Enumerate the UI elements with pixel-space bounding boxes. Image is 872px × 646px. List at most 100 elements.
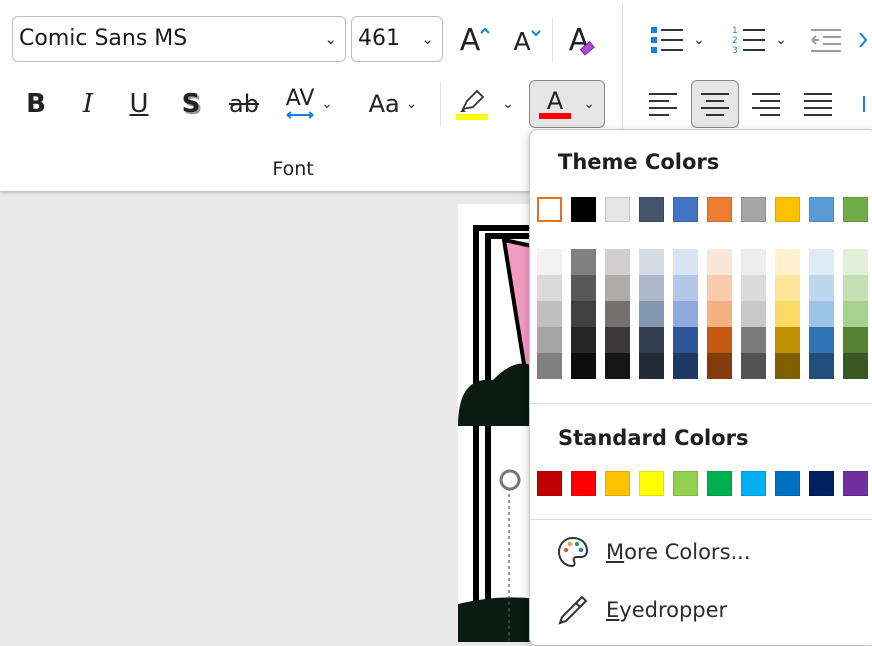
theme-shade-swatch[interactable] <box>707 249 732 275</box>
theme-color-swatch[interactable] <box>775 197 800 222</box>
theme-shade-swatch[interactable] <box>707 275 732 301</box>
theme-color-swatch[interactable] <box>639 197 664 222</box>
standard-color-swatch[interactable] <box>707 471 732 496</box>
theme-shade-swatch[interactable] <box>741 275 766 301</box>
standard-color-swatch[interactable] <box>537 471 562 496</box>
theme-shade-swatch[interactable] <box>639 249 664 275</box>
justify-button[interactable] <box>795 82 841 126</box>
highlight-color-button[interactable]: ⌄ <box>450 82 520 126</box>
numbering-button[interactable]: 123 ⌄ <box>722 20 794 60</box>
theme-shade-swatch[interactable] <box>843 353 868 379</box>
align-right-icon <box>752 93 780 116</box>
standard-color-swatch[interactable] <box>775 471 800 496</box>
more-colors-item[interactable]: More Colors... <box>556 532 751 572</box>
standard-color-swatch[interactable] <box>843 471 868 496</box>
italic-button[interactable]: I <box>70 82 106 126</box>
theme-color-swatch[interactable] <box>537 197 562 222</box>
theme-shade-swatch[interactable] <box>775 327 800 353</box>
page-artwork <box>458 225 538 642</box>
shadow-button[interactable]: S <box>173 82 209 126</box>
theme-shade-swatch[interactable] <box>605 301 630 327</box>
theme-color-swatch[interactable] <box>707 197 732 222</box>
theme-color-swatch[interactable] <box>605 197 630 222</box>
theme-shade-swatch[interactable] <box>809 301 834 327</box>
theme-shade-swatch[interactable] <box>571 275 596 301</box>
theme-shade-swatch[interactable] <box>775 275 800 301</box>
theme-color-swatch[interactable] <box>809 197 834 222</box>
theme-shade-swatch[interactable] <box>605 249 630 275</box>
theme-shade-swatch[interactable] <box>843 275 868 301</box>
theme-shade-swatch[interactable] <box>673 275 698 301</box>
theme-shade-swatch[interactable] <box>605 275 630 301</box>
theme-shade-swatch[interactable] <box>775 301 800 327</box>
theme-shade-swatch[interactable] <box>843 327 868 353</box>
standard-color-swatch[interactable] <box>673 471 698 496</box>
underline-button[interactable]: U <box>121 82 157 126</box>
theme-shade-swatch[interactable] <box>571 249 596 275</box>
font-name-combo[interactable]: Comic Sans MS ⌄ <box>12 16 346 62</box>
character-spacing-button[interactable]: AV ⌄ <box>278 82 340 126</box>
bold-button[interactable]: B <box>18 82 54 126</box>
theme-shade-swatch[interactable] <box>639 301 664 327</box>
standard-color-swatch[interactable] <box>639 471 664 496</box>
standard-color-swatch[interactable] <box>571 471 596 496</box>
theme-shade-swatch[interactable] <box>707 327 732 353</box>
strikethrough-button[interactable]: ab <box>224 82 264 126</box>
shrink-font-button[interactable]: A <box>509 20 545 62</box>
theme-shade-swatch[interactable] <box>809 275 834 301</box>
theme-shade-swatch[interactable] <box>673 301 698 327</box>
theme-shade-swatch[interactable] <box>537 327 562 353</box>
theme-shade-swatch[interactable] <box>673 249 698 275</box>
theme-shade-swatch[interactable] <box>741 301 766 327</box>
theme-shade-swatch[interactable] <box>639 327 664 353</box>
theme-shade-swatch[interactable] <box>741 353 766 379</box>
clear-formatting-button[interactable]: A <box>562 18 602 62</box>
theme-shade-swatch[interactable] <box>639 353 664 379</box>
theme-shade-swatch[interactable] <box>605 353 630 379</box>
theme-shade-swatch[interactable] <box>843 249 868 275</box>
align-left-button[interactable] <box>640 82 686 126</box>
theme-shade-swatch[interactable] <box>707 301 732 327</box>
theme-color-swatch[interactable] <box>741 197 766 222</box>
align-center-icon <box>701 93 729 116</box>
decrease-indent-button[interactable] <box>806 20 846 60</box>
theme-shade-swatch[interactable] <box>537 353 562 379</box>
standard-color-swatch[interactable] <box>741 471 766 496</box>
highlight-color-bar <box>456 113 489 120</box>
theme-shade-swatch[interactable] <box>571 301 596 327</box>
theme-shade-swatch[interactable] <box>775 353 800 379</box>
grow-font-button[interactable]: A <box>455 18 495 62</box>
standard-color-swatch[interactable] <box>605 471 630 496</box>
bullets-button[interactable]: ⌄ <box>640 20 712 60</box>
theme-shade-swatch[interactable] <box>673 327 698 353</box>
font-color-button[interactable]: A ⌄ <box>529 80 605 128</box>
eyedropper-item[interactable]: Eyedropper <box>556 590 727 630</box>
theme-shade-swatch[interactable] <box>571 353 596 379</box>
change-case-button[interactable]: Aa ⌄ <box>363 82 423 126</box>
theme-shade-swatch[interactable] <box>673 353 698 379</box>
theme-shade-swatch[interactable] <box>537 249 562 275</box>
theme-shade-swatch[interactable] <box>809 353 834 379</box>
theme-shade-swatch[interactable] <box>707 353 732 379</box>
font-size-combo[interactable]: 461 ⌄ <box>351 16 443 62</box>
theme-shade-swatch[interactable] <box>571 327 596 353</box>
theme-shade-swatch[interactable] <box>537 275 562 301</box>
theme-shade-swatch[interactable] <box>537 301 562 327</box>
theme-shade-swatch[interactable] <box>741 327 766 353</box>
theme-shade-swatch[interactable] <box>809 327 834 353</box>
theme-color-swatch[interactable] <box>571 197 596 222</box>
theme-shade-swatch[interactable] <box>639 275 664 301</box>
theme-shade-swatch[interactable] <box>775 249 800 275</box>
theme-shade-swatch[interactable] <box>741 249 766 275</box>
theme-shade-swatch[interactable] <box>809 249 834 275</box>
theme-color-swatch[interactable] <box>843 197 868 222</box>
theme-shade-swatch[interactable] <box>843 301 868 327</box>
standard-color-swatch[interactable] <box>809 471 834 496</box>
increase-indent-button[interactable] <box>856 20 872 60</box>
line-spacing-button[interactable] <box>858 82 872 126</box>
palette-icon <box>556 535 590 569</box>
theme-shade-swatch[interactable] <box>605 327 630 353</box>
align-right-button[interactable] <box>743 82 789 126</box>
theme-color-swatch[interactable] <box>673 197 698 222</box>
align-center-button[interactable] <box>691 80 739 128</box>
